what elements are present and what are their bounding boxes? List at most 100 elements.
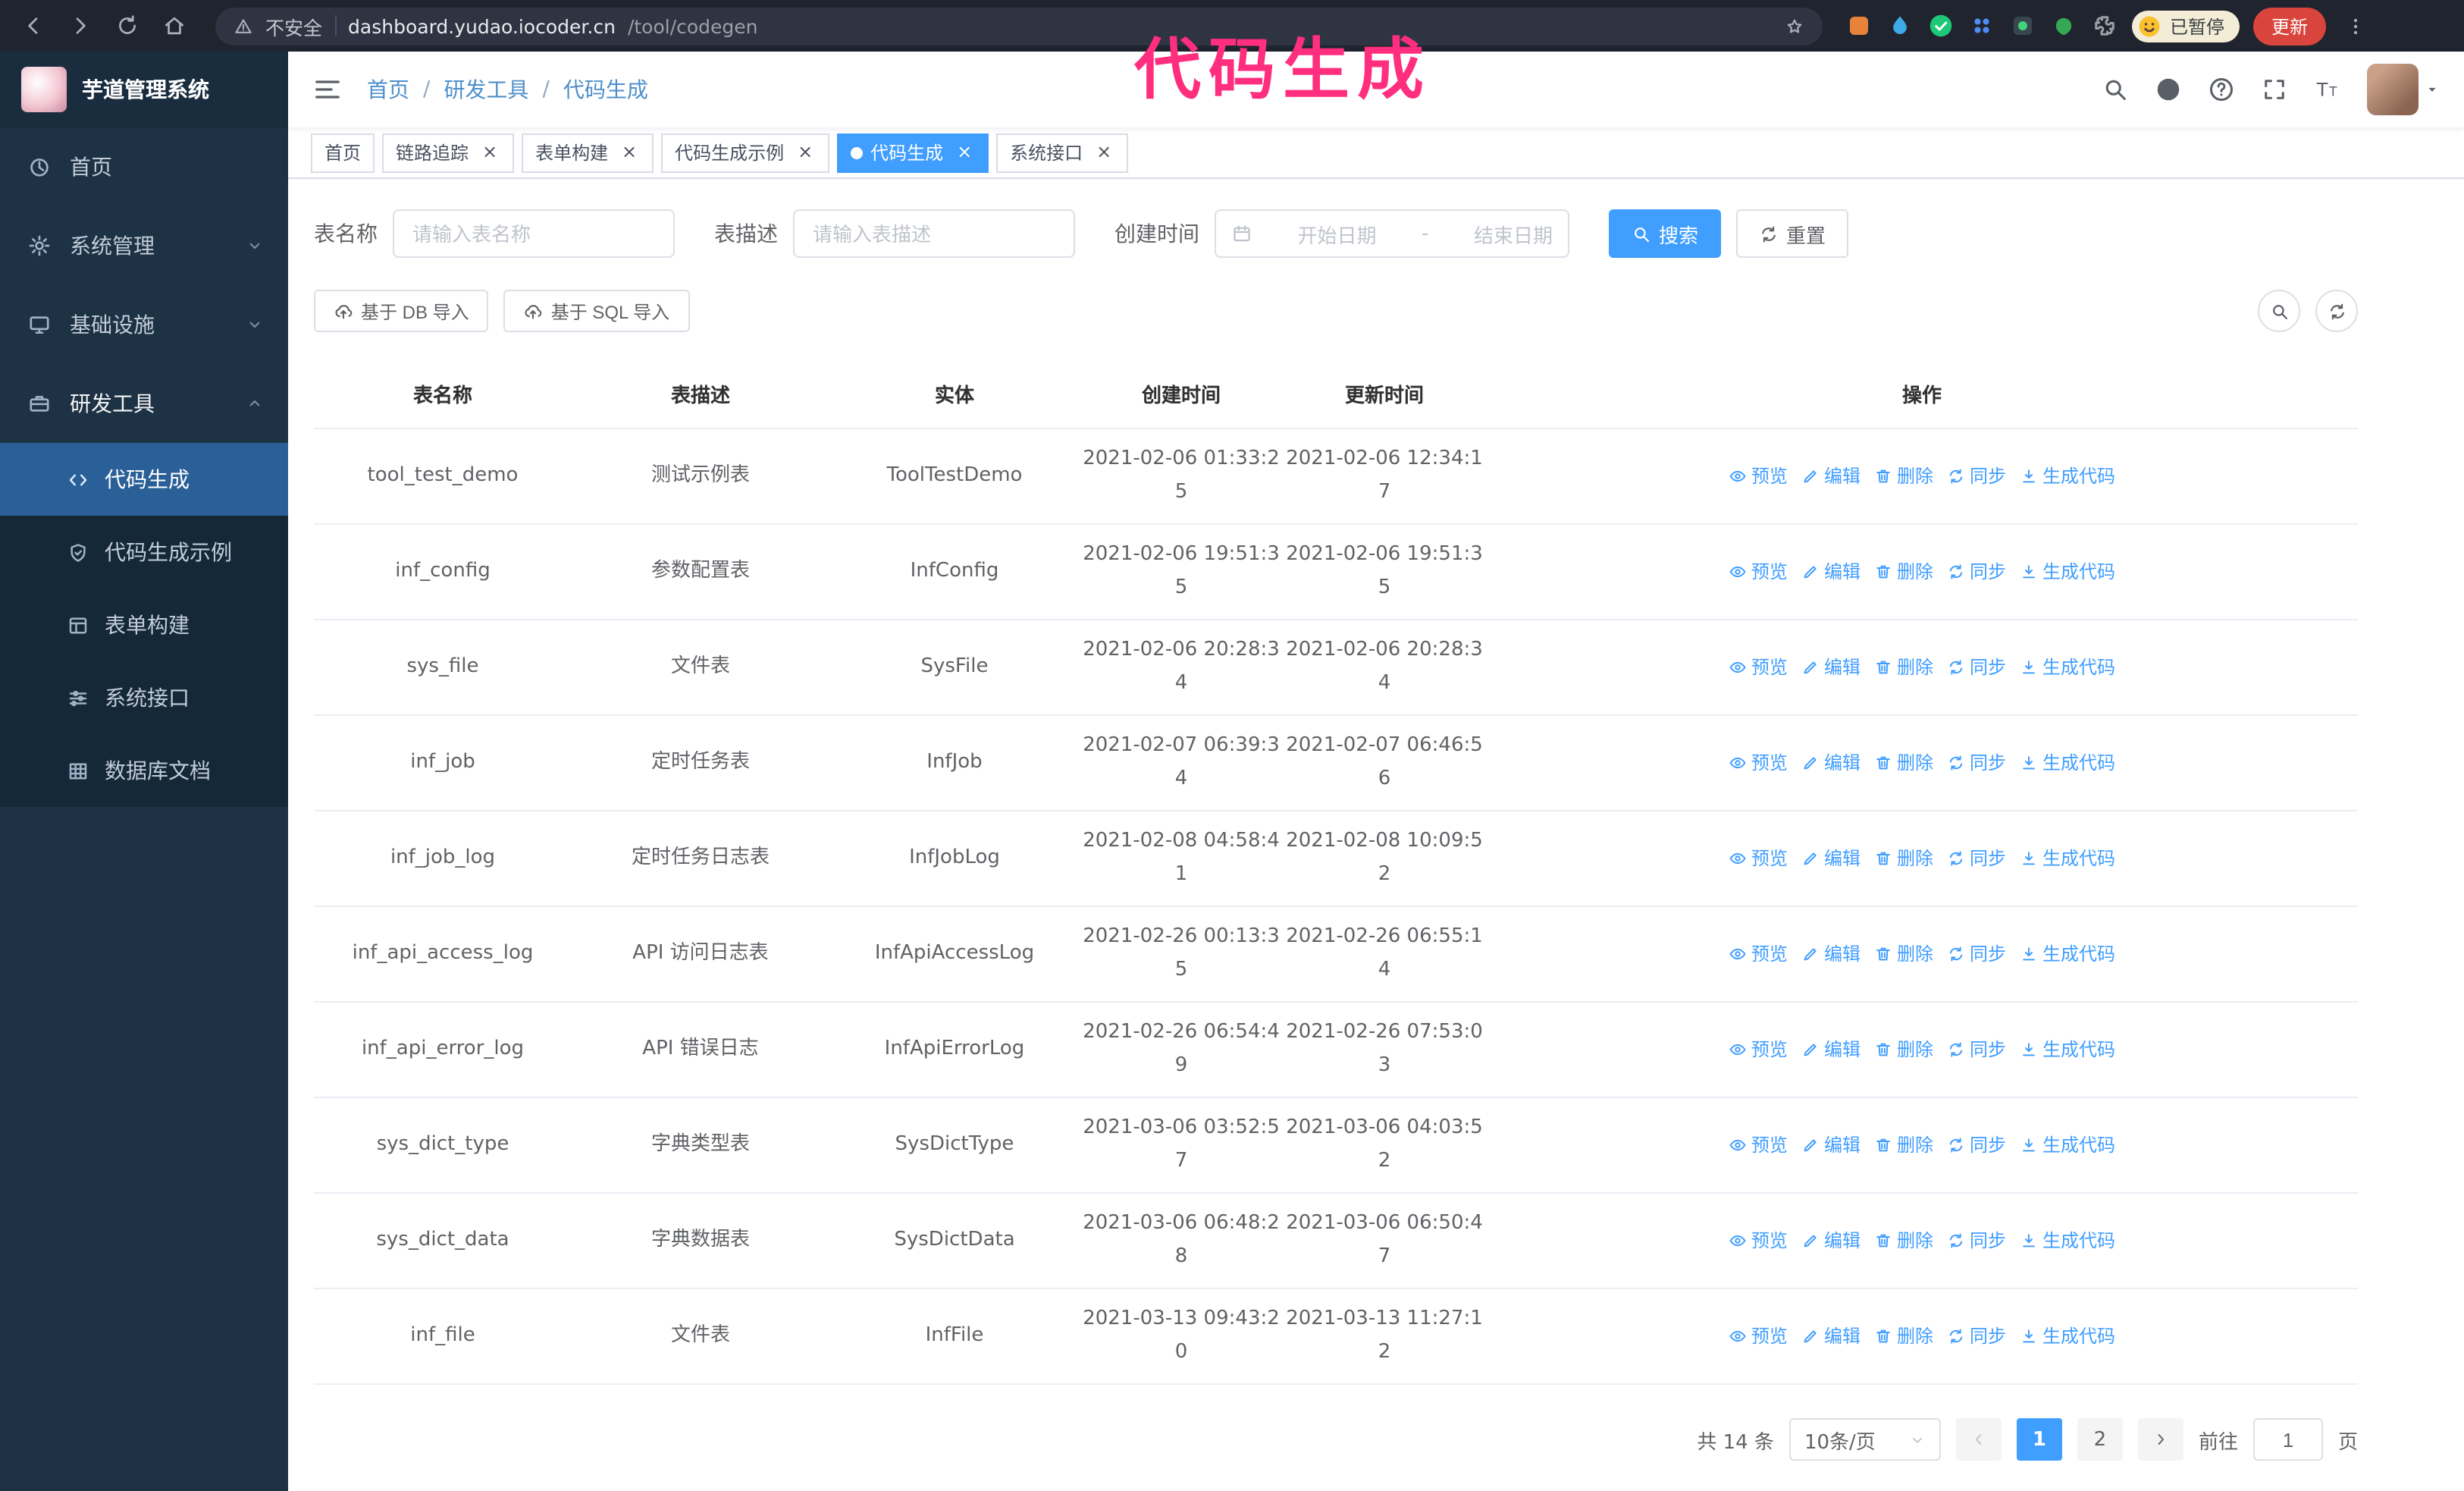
browser-home-button[interactable] [156,8,193,44]
sync-link[interactable]: 同步 [1947,1033,2006,1066]
goto-page-input[interactable] [2252,1418,2323,1461]
page-size-select[interactable]: 10条/页 [1788,1418,1941,1461]
preview-link[interactable]: 预览 [1729,460,1788,493]
browser-forward-button[interactable] [62,8,99,44]
extension-check-icon[interactable] [1927,12,1955,39]
sidebar-toggle-hamburger-icon[interactable] [312,74,343,105]
delete-link[interactable]: 删除 [1874,1224,1933,1257]
sync-link[interactable]: 同步 [1947,1224,2006,1257]
edit-link[interactable]: 编辑 [1801,651,1861,684]
sync-link[interactable]: 同步 [1947,1128,2006,1162]
sidebar-item-home[interactable]: 首页 [0,127,288,206]
search-button[interactable]: 搜索 [1609,209,1722,258]
close-icon[interactable]: × [619,141,640,163]
tab-system-api[interactable]: 系统接口 × [996,133,1129,172]
edit-link[interactable]: 编辑 [1801,555,1861,589]
extension-orange-icon[interactable] [1845,12,1873,39]
close-icon[interactable]: × [795,141,816,163]
tab-codegen-example[interactable]: 代码生成示例 × [661,133,830,172]
delete-link[interactable]: 删除 [1874,460,1933,493]
import-db-button[interactable]: 基于 DB 导入 [314,290,489,332]
edit-link[interactable]: 编辑 [1801,1320,1861,1353]
delete-link[interactable]: 删除 [1874,1128,1933,1162]
preview-link[interactable]: 预览 [1729,842,1788,875]
tab-trace[interactable]: 链路追踪 × [382,133,515,172]
sync-link[interactable]: 同步 [1947,842,2006,875]
page-button-2[interactable]: 2 [2077,1418,2123,1461]
edit-link[interactable]: 编辑 [1801,1224,1861,1257]
profile-paused-chip[interactable]: 已暂停 [2132,10,2240,42]
import-sql-button[interactable]: 基于 SQL 导入 [503,290,690,332]
font-size-icon[interactable]: TT [2314,76,2341,103]
edit-link[interactable]: 编辑 [1801,460,1861,493]
edit-link[interactable]: 编辑 [1801,1033,1861,1066]
delete-link[interactable]: 删除 [1874,555,1933,589]
github-icon[interactable] [2155,76,2182,103]
sidebar-item-codegen[interactable]: 代码生成 [0,443,288,516]
close-icon[interactable]: × [479,141,500,163]
address-bar[interactable]: 不安全 dashboard.yudao.iocoder.cn /tool/cod… [215,7,1823,45]
generate-code-link[interactable]: 生成代码 [2020,1224,2115,1257]
browser-menu-button[interactable] [2340,8,2370,44]
reset-button[interactable]: 重置 [1736,209,1849,258]
preview-link[interactable]: 预览 [1729,1128,1788,1162]
generate-code-link[interactable]: 生成代码 [2020,460,2115,493]
preview-link[interactable]: 预览 [1729,1224,1788,1257]
browser-back-button[interactable] [15,8,52,44]
header-search-icon[interactable] [2102,76,2129,103]
edit-link[interactable]: 编辑 [1801,746,1861,780]
sidebar-logo[interactable]: 芋道管理系统 [0,52,288,127]
delete-link[interactable]: 删除 [1874,842,1933,875]
generate-code-link[interactable]: 生成代码 [2020,651,2115,684]
sidebar-item-system-api[interactable]: 系统接口 [0,661,288,734]
user-menu[interactable] [2367,64,2440,115]
next-page-button[interactable] [2137,1418,2183,1461]
fullscreen-icon[interactable] [2261,76,2288,103]
extension-green-icon[interactable] [2050,12,2077,39]
edit-link[interactable]: 编辑 [1801,937,1861,971]
preview-link[interactable]: 预览 [1729,746,1788,780]
date-range-picker[interactable]: 开始日期 - 结束日期 [1215,209,1569,258]
close-icon[interactable]: × [1093,141,1114,163]
generate-code-link[interactable]: 生成代码 [2020,555,2115,589]
delete-link[interactable]: 删除 [1874,746,1933,780]
help-icon[interactable] [2208,76,2235,103]
generate-code-link[interactable]: 生成代码 [2020,746,2115,780]
generate-code-link[interactable]: 生成代码 [2020,1320,2115,1353]
sync-link[interactable]: 同步 [1947,1320,2006,1353]
preview-link[interactable]: 预览 [1729,937,1788,971]
close-icon[interactable]: × [954,141,975,163]
generate-code-link[interactable]: 生成代码 [2020,842,2115,875]
extensions-puzzle-icon[interactable] [2091,12,2118,39]
delete-link[interactable]: 删除 [1874,1320,1933,1353]
table-desc-input[interactable] [793,209,1075,258]
preview-link[interactable]: 预览 [1729,1320,1788,1353]
preview-link[interactable]: 预览 [1729,651,1788,684]
browser-reload-button[interactable] [109,8,146,44]
generate-code-link[interactable]: 生成代码 [2020,1128,2115,1162]
sidebar-item-infrastructure[interactable]: 基础设施 [0,285,288,364]
sync-link[interactable]: 同步 [1947,460,2006,493]
table-name-input[interactable] [393,209,675,258]
sync-link[interactable]: 同步 [1947,937,2006,971]
edit-link[interactable]: 编辑 [1801,842,1861,875]
delete-link[interactable]: 删除 [1874,651,1933,684]
prev-page-button[interactable] [1955,1418,2002,1461]
extension-drop-icon[interactable] [1886,12,1914,39]
sync-link[interactable]: 同步 [1947,746,2006,780]
sync-link[interactable]: 同步 [1947,555,2006,589]
sidebar-item-form-builder[interactable]: 表单构建 [0,589,288,661]
page-button-1[interactable]: 1 [2016,1418,2062,1461]
delete-link[interactable]: 删除 [1874,937,1933,971]
toggle-search-button[interactable] [2258,290,2300,332]
preview-link[interactable]: 预览 [1729,1033,1788,1066]
preview-link[interactable]: 预览 [1729,555,1788,589]
breadcrumb-home[interactable]: 首页 [367,74,409,105]
breadcrumb-dev-tools[interactable]: 研发工具 [444,74,528,105]
extension-dark-icon[interactable] [2009,12,2036,39]
bookmark-star-icon[interactable] [1785,16,1804,36]
sidebar-item-dev-tools[interactable]: 研发工具 [0,364,288,443]
edit-link[interactable]: 编辑 [1801,1128,1861,1162]
sync-link[interactable]: 同步 [1947,651,2006,684]
sidebar-item-system-management[interactable]: 系统管理 [0,206,288,285]
